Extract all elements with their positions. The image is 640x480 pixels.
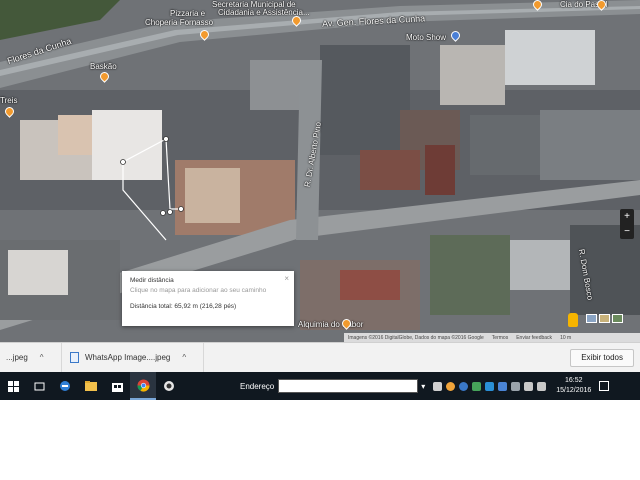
windows-start-icon[interactable] — [0, 372, 26, 400]
zoom-out-button[interactable]: − — [620, 224, 634, 239]
pegman-icon[interactable] — [568, 313, 578, 327]
satellite-imagery — [0, 0, 640, 330]
measure-title: Medir distância — [130, 277, 174, 284]
download-item-1[interactable]: ...jpeg ^ — [0, 343, 62, 372]
map-label-pizzaria[interactable]: Pizzaria e — [170, 9, 205, 18]
taskbar-clock[interactable]: 16:52 15/12/2016 — [556, 376, 591, 396]
notification-icon[interactable] — [599, 381, 610, 391]
clock-time: 16:52 — [565, 377, 583, 384]
tray-avast-icon[interactable] — [446, 381, 456, 391]
chevron-up-icon[interactable]: ^ — [182, 353, 186, 362]
tray-up-arrow-icon[interactable] — [511, 381, 521, 391]
attribution-feedback-link[interactable]: Enviar feedback — [516, 335, 552, 341]
tray-bluetooth-icon[interactable] — [498, 381, 508, 391]
map-label-baskao[interactable]: Baskão — [90, 62, 117, 71]
address-label: Endereço — [240, 381, 275, 391]
map-label-alquimia[interactable]: Alquimia do Sabor — [298, 320, 363, 329]
chrome-icon[interactable] — [130, 372, 156, 400]
map-attribution: Imagens ©2016 DigitalGlobe, Dados do map… — [344, 333, 640, 342]
file-icon — [70, 352, 79, 363]
imagery-thumb-1[interactable] — [586, 314, 597, 323]
tray-link-icon[interactable] — [433, 381, 443, 391]
imagery-thumbnails — [586, 314, 623, 323]
attribution-terms-link[interactable]: Termos — [492, 335, 508, 341]
zoom-controls: + − — [620, 209, 634, 239]
download-item-1-name: ...jpeg — [6, 353, 28, 362]
downloads-bar: ...jpeg ^ WhatsApp Image....jpeg ^ Exibi… — [0, 342, 640, 372]
file-explorer-icon[interactable] — [78, 372, 104, 400]
tray-dropbox-icon[interactable] — [485, 381, 495, 391]
zoom-in-button[interactable]: + — [620, 209, 634, 224]
map-label-moto-show[interactable]: Moto Show — [406, 33, 446, 42]
map-label-treis[interactable]: Treis — [0, 96, 17, 105]
measure-total-distance: Distância total: 65,92 m (216,28 pés) — [130, 303, 237, 310]
map-label-choperia[interactable]: Choperia Fornasso — [145, 18, 213, 27]
windows-taskbar: Endereço ▾ 16:52 15/12/2016 — [0, 372, 640, 400]
imagery-thumb-3[interactable] — [612, 314, 623, 323]
close-icon[interactable]: × — [284, 274, 289, 283]
imagery-thumb-2[interactable] — [599, 314, 610, 323]
address-input[interactable] — [278, 379, 419, 393]
map-scale: 10 m — [560, 335, 572, 341]
store-icon[interactable] — [104, 372, 130, 400]
download-item-2[interactable]: WhatsApp Image....jpeg ^ — [62, 343, 204, 372]
task-view-icon[interactable] — [26, 372, 52, 400]
address-dropdown-icon[interactable]: ▾ — [421, 382, 425, 391]
measure-hint: Clique no mapa para adicionar ao seu cam… — [130, 287, 267, 294]
clock-date: 15/12/2016 — [556, 387, 592, 394]
download-item-2-name: WhatsApp Image....jpeg — [85, 353, 171, 362]
chevron-up-icon[interactable]: ^ — [40, 353, 44, 362]
system-tray — [433, 381, 547, 391]
app-icon[interactable] — [156, 372, 182, 400]
satellite-map[interactable]: Pizzaria e Choperia Fornasso Secretaria … — [0, 0, 640, 342]
tray-app-icon[interactable] — [459, 381, 469, 391]
tray-volume-icon[interactable] — [537, 381, 547, 391]
attribution-imagery: Imagens ©2016 DigitalGlobe, Dados do map… — [348, 335, 484, 341]
tray-green-icon[interactable] — [472, 381, 482, 391]
tray-wifi-icon[interactable] — [524, 381, 534, 391]
measure-distance-popup: × Medir distância Clique no mapa para ad… — [122, 271, 294, 326]
show-all-downloads-button[interactable]: Exibir todos — [570, 349, 634, 367]
edge-icon[interactable] — [52, 372, 78, 400]
